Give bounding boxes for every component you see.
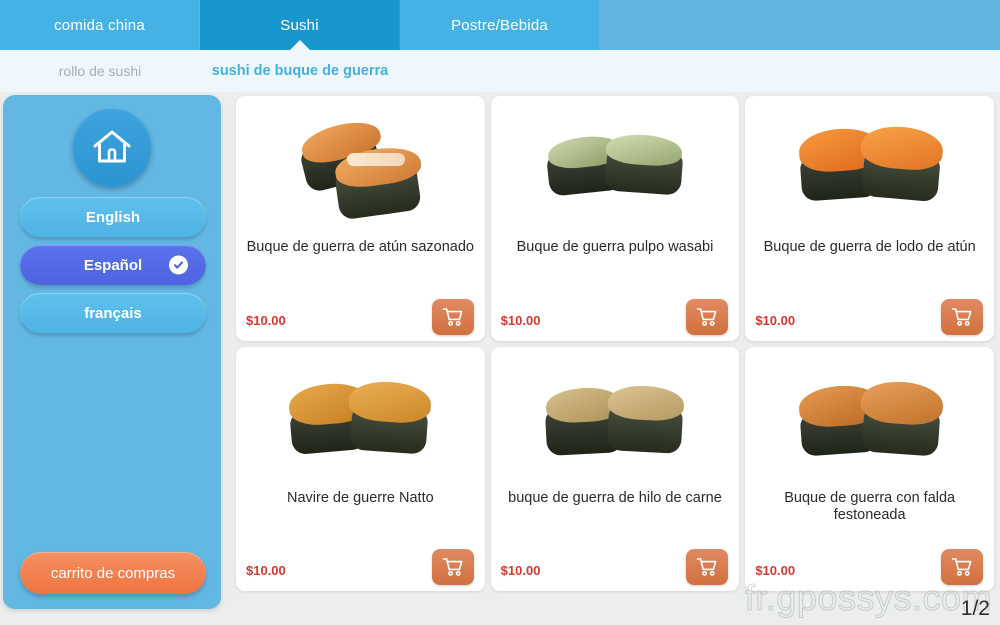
product-image [491, 100, 740, 240]
home-icon [93, 130, 131, 163]
product-grid: Buque de guerra de atún sazonado $10.00 [232, 92, 1000, 607]
sushi-illustration [285, 366, 435, 476]
sushi-illustration [795, 366, 945, 476]
product-image [491, 351, 740, 491]
shopping-cart-icon [951, 307, 972, 326]
shopping-cart-icon [697, 558, 717, 576]
home-button[interactable] [72, 107, 152, 187]
product-name: buque de guerra de hilo de carne [508, 489, 722, 506]
tab-label: Postre/Bebida [451, 16, 548, 34]
product-price: $10.00 [755, 563, 796, 578]
shopping-cart-icon [697, 307, 717, 326]
language-label: Español [83, 256, 143, 274]
sushi-illustration [540, 366, 690, 476]
product-name: Navire de guerre Natto [286, 489, 434, 506]
pagination-indicator[interactable]: 1/2 [961, 597, 990, 621]
tab-label: comida china [54, 16, 145, 34]
product-image [236, 351, 485, 491]
product-card[interactable]: Navire de guerre Natto $10.00 [236, 346, 485, 591]
sushi-illustration [540, 115, 690, 225]
tab-bar-filler [600, 0, 1000, 50]
shopping-cart-icon [951, 558, 972, 576]
add-to-cart-button[interactable] [941, 549, 983, 585]
product-image [236, 100, 485, 240]
subcategory-bar: rollo de sushi sushi de buque de guerra [0, 50, 1000, 92]
product-name: Buque de guerra de atún sazonado [246, 239, 474, 255]
sidebar: English Español français carrito de comp… [3, 95, 221, 609]
product-price: $10.00 [246, 312, 286, 328]
tab-postre-bebida[interactable]: Postre/Bebida [400, 0, 600, 50]
shopping-cart-icon [442, 307, 463, 326]
shopping-cart-label: carrito de compras [50, 564, 176, 582]
product-card[interactable]: Buque de guerra pulpo wasabi $10.00 [490, 96, 740, 341]
shopping-cart-button[interactable]: carrito de compras [20, 552, 206, 594]
subnav-item-rollo-de-sushi[interactable]: rollo de sushi [0, 63, 200, 79]
product-price: $10.00 [246, 563, 286, 578]
product-card[interactable]: Buque de guerra con falda festoneada $10… [745, 346, 994, 591]
product-price: $10.00 [755, 312, 796, 328]
shopping-cart-icon [442, 558, 463, 576]
product-image [745, 351, 994, 491]
add-to-cart-button[interactable] [431, 549, 474, 585]
category-tab-bar: comida china Sushi Postre/Bebida [0, 0, 1000, 50]
language-button-espanol[interactable]: Español [20, 245, 206, 285]
sushi-illustration [795, 115, 945, 225]
pos-menu-screen: comida china Sushi Postre/Bebida rollo d… [0, 0, 1000, 625]
tab-label: Sushi [280, 16, 319, 34]
product-name: Buque de guerra pulpo wasabi [516, 239, 714, 255]
add-to-cart-button[interactable] [686, 298, 729, 335]
language-label: English [85, 208, 141, 226]
language-button-english[interactable]: English [20, 197, 206, 237]
product-card[interactable]: buque de guerra de hilo de carne $10.00 [490, 346, 740, 591]
product-card[interactable]: Buque de guerra de atún sazonado $10.00 [236, 96, 485, 341]
tab-sushi[interactable]: Sushi [200, 0, 400, 50]
product-image [745, 100, 994, 240]
tab-comida-china[interactable]: comida china [0, 0, 200, 50]
selected-check-icon [169, 255, 188, 275]
add-to-cart-button[interactable] [686, 549, 729, 585]
product-name: Buque de guerra con falda festoneada [784, 489, 956, 523]
product-price: $10.00 [500, 563, 541, 578]
sushi-illustration [285, 115, 435, 225]
language-label: français [84, 304, 142, 322]
add-to-cart-button[interactable] [431, 298, 474, 335]
product-price: $10.00 [500, 312, 541, 328]
add-to-cart-button[interactable] [941, 298, 983, 335]
product-name: Buque de guerra de lodo de atún [763, 239, 976, 255]
product-card[interactable]: Buque de guerra de lodo de atún $10.00 [745, 96, 994, 341]
subnav-item-sushi-de-buque-de-guerra[interactable]: sushi de buque de guerra [200, 63, 400, 79]
language-button-francais[interactable]: français [20, 293, 206, 333]
